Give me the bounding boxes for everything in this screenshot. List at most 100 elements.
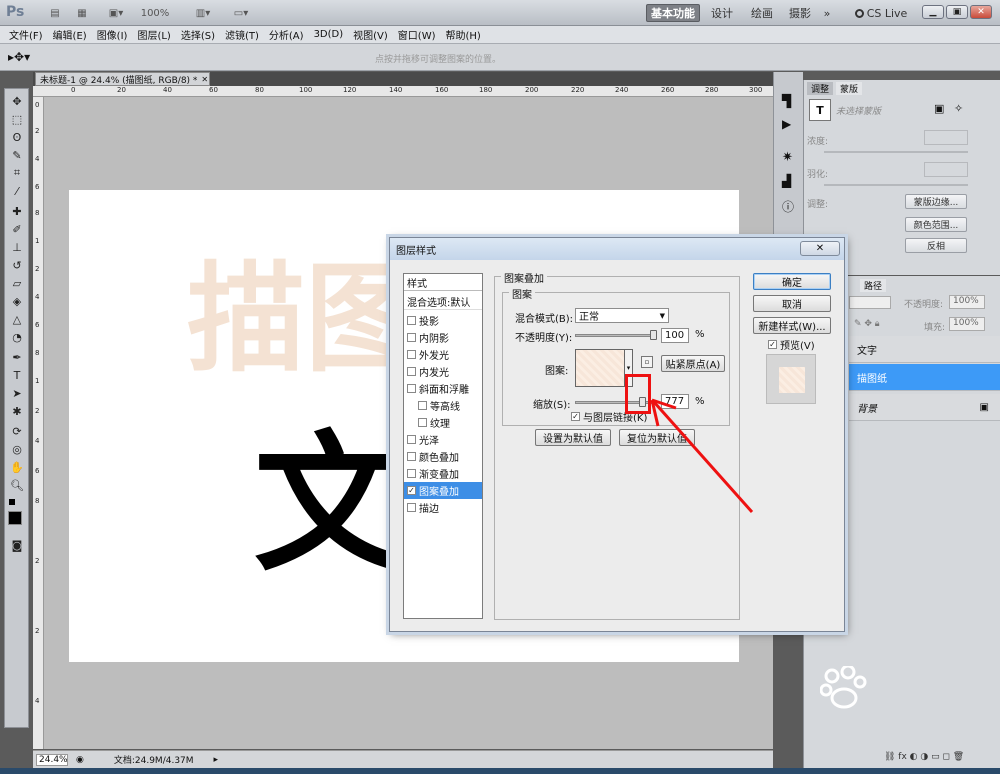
clone-stamp-tool-icon[interactable]: ⊥ — [8, 239, 26, 255]
default-colors-icon[interactable] — [9, 499, 15, 505]
zoom-tool-icon[interactable]: 🔍︎ — [8, 477, 26, 493]
styles-header[interactable]: 样式 — [404, 274, 482, 291]
snap-to-origin-button[interactable]: 贴紧原点(A) — [661, 355, 725, 372]
tab-paths[interactable]: 路径 — [860, 279, 887, 292]
vector-mask-icon[interactable]: ✧ — [954, 102, 963, 115]
healing-brush-tool-icon[interactable]: ✚ — [8, 203, 26, 219]
style-item-bevel-emboss[interactable]: 斜面和浮雕 — [404, 380, 482, 397]
menu-help[interactable]: 帮助(H) — [441, 27, 486, 42]
cs-live-button[interactable]: CS Live — [852, 4, 910, 22]
menu-layer[interactable]: 图层(L) — [132, 27, 175, 42]
opacity-slider[interactable] — [575, 334, 657, 337]
style-item-contour[interactable]: 等高线 — [404, 397, 482, 414]
new-style-button[interactable]: 新建样式(W)... — [753, 317, 831, 334]
style-checkbox[interactable] — [418, 401, 427, 410]
style-checkbox[interactable] — [407, 469, 416, 478]
style-checkbox[interactable] — [407, 350, 416, 359]
style-item-inner-shadow[interactable]: 内阴影 — [404, 329, 482, 346]
histogram-panel-icon[interactable]: ▟ — [782, 174, 791, 188]
style-checkbox[interactable] — [407, 503, 416, 512]
actions-panel-icon[interactable]: ▶ — [782, 117, 791, 131]
zoom-level[interactable]: 100% — [140, 3, 170, 23]
pen-tool-icon[interactable]: ✒ — [8, 349, 26, 365]
style-checkbox[interactable] — [407, 435, 416, 444]
menu-select[interactable]: 选择(S) — [176, 27, 220, 42]
layer-row-tracing-paper[interactable]: 描图纸 — [849, 364, 1000, 391]
close-document-icon[interactable]: ✕ — [201, 75, 208, 84]
menu-filter[interactable]: 滤镜(T) — [220, 27, 264, 42]
opacity-slider-thumb[interactable] — [650, 330, 657, 340]
menu-image[interactable]: 图像(I) — [92, 27, 133, 42]
tab-masks[interactable]: 蒙版 — [836, 82, 863, 95]
new-preset-icon[interactable]: ▫ — [641, 356, 653, 368]
preview-checkbox[interactable]: ✓ — [768, 340, 777, 349]
info-panel-icon[interactable]: ⓘ — [782, 198, 794, 215]
workspace-design[interactable]: 设计 — [706, 4, 738, 22]
menu-edit[interactable]: 编辑(E) — [48, 27, 92, 42]
status-menu-icon[interactable]: ▸ — [214, 755, 219, 765]
menu-file[interactable]: 文件(F) — [4, 27, 48, 42]
minimize-button[interactable]: ▁ — [922, 5, 944, 19]
navigator-panel-icon[interactable]: ✷ — [782, 150, 793, 165]
feather-field[interactable] — [924, 162, 968, 177]
layer-opacity-field[interactable]: 100% — [949, 295, 985, 309]
3d-rotate-tool-icon[interactable]: ⟳ — [8, 423, 26, 439]
close-button[interactable]: ✕ — [970, 5, 992, 19]
style-checkbox[interactable] — [407, 316, 416, 325]
crop-tool-icon[interactable]: ⌗ — [8, 165, 26, 181]
layer-row-text[interactable]: 文字 — [849, 336, 1000, 363]
view-extras-icon[interactable]: ▣▾ — [103, 3, 129, 23]
eyedropper-tool-icon[interactable]: ⁄ — [8, 183, 26, 199]
fill-field[interactable]: 100% — [949, 317, 985, 331]
style-item-drop-shadow[interactable]: 投影 — [404, 312, 482, 329]
foreground-color-swatch[interactable] — [8, 511, 22, 525]
blending-options-item[interactable]: 混合选项:默认 — [404, 293, 482, 310]
move-tool-preset-icon[interactable]: ▸✥▾ — [8, 50, 30, 64]
quick-mask-icon[interactable]: ◙ — [8, 537, 26, 553]
pattern-swatch[interactable] — [575, 349, 625, 387]
density-field[interactable] — [924, 130, 968, 145]
menu-analysis[interactable]: 分析(A) — [264, 27, 309, 42]
workspace-essentials[interactable]: 基本功能 — [646, 4, 700, 22]
eraser-tool-icon[interactable]: ▱ — [8, 275, 26, 291]
feather-slider[interactable] — [824, 184, 968, 186]
status-info-icon[interactable]: ◉ — [76, 755, 84, 765]
style-item-color-overlay[interactable]: 颜色叠加 — [404, 448, 482, 465]
style-checkbox[interactable] — [418, 418, 427, 427]
move-tool-icon[interactable]: ✥ — [8, 93, 26, 109]
lasso-tool-icon[interactable]: ʘ — [8, 129, 26, 145]
3d-orbit-tool-icon[interactable]: ◎ — [8, 441, 26, 457]
pixel-mask-icon[interactable]: ▣ — [934, 102, 944, 115]
path-selection-tool-icon[interactable]: ➤ — [8, 385, 26, 401]
lock-icons[interactable]: ✎ ✥ 🔒︎ — [854, 319, 880, 329]
workspace-more-icon[interactable]: » — [818, 4, 836, 22]
style-checkbox[interactable] — [407, 384, 416, 393]
make-default-button[interactable]: 设置为默认值 — [535, 429, 611, 446]
density-slider[interactable] — [824, 151, 968, 153]
style-checkbox[interactable] — [407, 367, 416, 376]
style-item-texture[interactable]: 纹理 — [404, 414, 482, 431]
hand-tool-icon[interactable]: ✋ — [8, 459, 26, 475]
document-tab[interactable]: 未标题-1 @ 24.4% (描图纸, RGB/8) * ✕ — [35, 72, 210, 86]
color-range-button[interactable]: 颜色范围... — [905, 217, 967, 232]
ok-button[interactable]: 确定 — [753, 273, 831, 290]
style-item-outer-glow[interactable]: 外发光 — [404, 346, 482, 363]
workspace-photography[interactable]: 摄影 — [784, 4, 816, 22]
menu-window[interactable]: 窗口(W) — [393, 27, 441, 42]
style-item-stroke[interactable]: 描边 — [404, 499, 482, 516]
bridge-icon[interactable]: ▤ — [45, 3, 65, 23]
style-item-inner-glow[interactable]: 内发光 — [404, 363, 482, 380]
blur-tool-icon[interactable]: △ — [8, 311, 26, 327]
type-tool-icon[interactable]: T — [8, 367, 26, 383]
status-zoom[interactable]: 24.4% — [36, 753, 68, 766]
dodge-tool-icon[interactable]: ◔ — [8, 329, 26, 345]
dialog-close-button[interactable]: ✕ — [800, 241, 840, 256]
style-item-satin[interactable]: 光泽 — [404, 431, 482, 448]
style-item-gradient-overlay[interactable]: 渐变叠加 — [404, 465, 482, 482]
style-checkbox-checked[interactable]: ✓ — [407, 486, 416, 495]
layers-footer-icons[interactable]: ⛓ fx ◐ ◑ ▭ ◻ 🗑︎ — [884, 752, 964, 762]
tab-adjustments[interactable]: 调整 — [807, 82, 834, 95]
preview-option[interactable]: ✓ 预览(V) — [768, 337, 815, 352]
style-checkbox[interactable] — [407, 452, 416, 461]
blend-mode-select[interactable] — [849, 296, 891, 309]
